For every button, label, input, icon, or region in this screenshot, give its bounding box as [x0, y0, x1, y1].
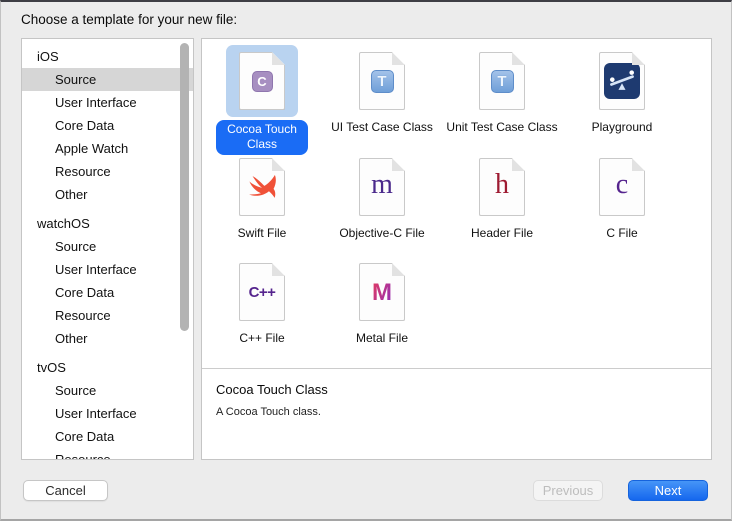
metal-file-icon: M — [359, 263, 405, 321]
sidebar-item-watchos-core-data[interactable]: Core Data — [22, 281, 193, 304]
sidebar-item-tvos-source[interactable]: Source — [22, 379, 193, 402]
cpp-glyph: C++ — [249, 284, 276, 301]
template-objective-c-file[interactable]: m Objective-C File — [322, 151, 442, 241]
sidebar-header-tvos: tvOS — [22, 356, 193, 379]
sidebar-item-ios-source[interactable]: Source — [22, 68, 193, 91]
cpp-file-icon: C++ — [239, 263, 285, 321]
sidebar-item-watchos-other[interactable]: Other — [22, 327, 193, 350]
unit-test-case-icon: T — [479, 52, 525, 110]
sidebar-header-watchos: watchOS — [22, 212, 193, 235]
template-label: Header File — [442, 226, 562, 241]
cocoa-touch-class-icon: C — [239, 52, 285, 110]
template-metal-file[interactable]: M Metal File — [322, 256, 442, 346]
c-glyph: c — [616, 171, 628, 199]
header-file-icon: h — [479, 158, 525, 216]
template-label: C File — [562, 226, 682, 241]
previous-button[interactable]: Previous — [533, 480, 603, 501]
template-c-file[interactable]: c C File — [562, 151, 682, 241]
sidebar-item-tvos-resource[interactable]: Resource — [22, 448, 193, 460]
description-title: Cocoa Touch Class — [216, 382, 697, 397]
template-grid: C Cocoa Touch Class T UI Test Case Class… — [202, 39, 711, 368]
next-button[interactable]: Next — [628, 480, 708, 501]
template-label-selected: Cocoa Touch Class — [216, 120, 308, 155]
test-t-badge-icon: T — [371, 70, 394, 93]
template-cocoa-touch-class[interactable]: C Cocoa Touch Class — [202, 45, 322, 155]
template-label: Playground — [562, 120, 682, 135]
sidebar-item-ios-resource[interactable]: Resource — [22, 160, 193, 183]
template-label: Unit Test Case Class — [442, 120, 562, 135]
template-cpp-file[interactable]: C++ C++ File — [202, 256, 322, 346]
cancel-button[interactable]: Cancel — [23, 480, 108, 501]
template-ui-test-case-class[interactable]: T UI Test Case Class — [322, 45, 442, 135]
sidebar-scrollbar[interactable] — [180, 43, 189, 331]
template-description-panel: Cocoa Touch Class A Cocoa Touch class. — [202, 368, 711, 459]
class-c-badge-icon: C — [252, 71, 273, 92]
c-file-icon: c — [599, 158, 645, 216]
ui-test-case-icon: T — [359, 52, 405, 110]
header-h-glyph: h — [495, 171, 509, 199]
template-label: Metal File — [322, 331, 442, 346]
sidebar-item-watchos-source[interactable]: Source — [22, 235, 193, 258]
selected-icon-highlight: C — [226, 45, 298, 117]
template-playground[interactable]: Playground — [562, 45, 682, 135]
template-label: Objective-C File — [322, 226, 442, 241]
sidebar-item-ios-core-data[interactable]: Core Data — [22, 114, 193, 137]
sidebar-header-ios: iOS — [22, 45, 193, 68]
objc-m-glyph: m — [371, 171, 393, 199]
template-header-file[interactable]: h Header File — [442, 151, 562, 241]
category-sidebar: iOS Source User Interface Core Data Appl… — [21, 38, 194, 460]
svg-text:M: M — [372, 279, 392, 306]
test-t-badge-icon: T — [491, 70, 514, 93]
new-file-template-dialog: Choose a template for your new file: iOS… — [0, 0, 732, 521]
sidebar-item-watchos-user-interface[interactable]: User Interface — [22, 258, 193, 281]
sidebar-item-ios-other[interactable]: Other — [22, 183, 193, 206]
template-label: Swift File — [202, 226, 322, 241]
sidebar-item-watchos-resource[interactable]: Resource — [22, 304, 193, 327]
swift-bird-icon — [239, 158, 285, 216]
template-label: C++ File — [202, 331, 322, 346]
sidebar-item-ios-apple-watch[interactable]: Apple Watch — [22, 137, 193, 160]
sidebar-item-tvos-core-data[interactable]: Core Data — [22, 425, 193, 448]
template-label: UI Test Case Class — [322, 120, 442, 135]
template-pane: C Cocoa Touch Class T UI Test Case Class… — [201, 38, 712, 460]
sidebar-item-ios-user-interface[interactable]: User Interface — [22, 91, 193, 114]
objective-c-icon: m — [359, 158, 405, 216]
dialog-title: Choose a template for your new file: — [21, 12, 237, 27]
description-text: A Cocoa Touch class. — [216, 406, 697, 418]
template-swift-file[interactable]: Swift File — [202, 151, 322, 241]
template-unit-test-case-class[interactable]: T Unit Test Case Class — [442, 45, 562, 135]
playground-seesaw-icon — [599, 52, 645, 110]
sidebar-item-tvos-user-interface[interactable]: User Interface — [22, 402, 193, 425]
